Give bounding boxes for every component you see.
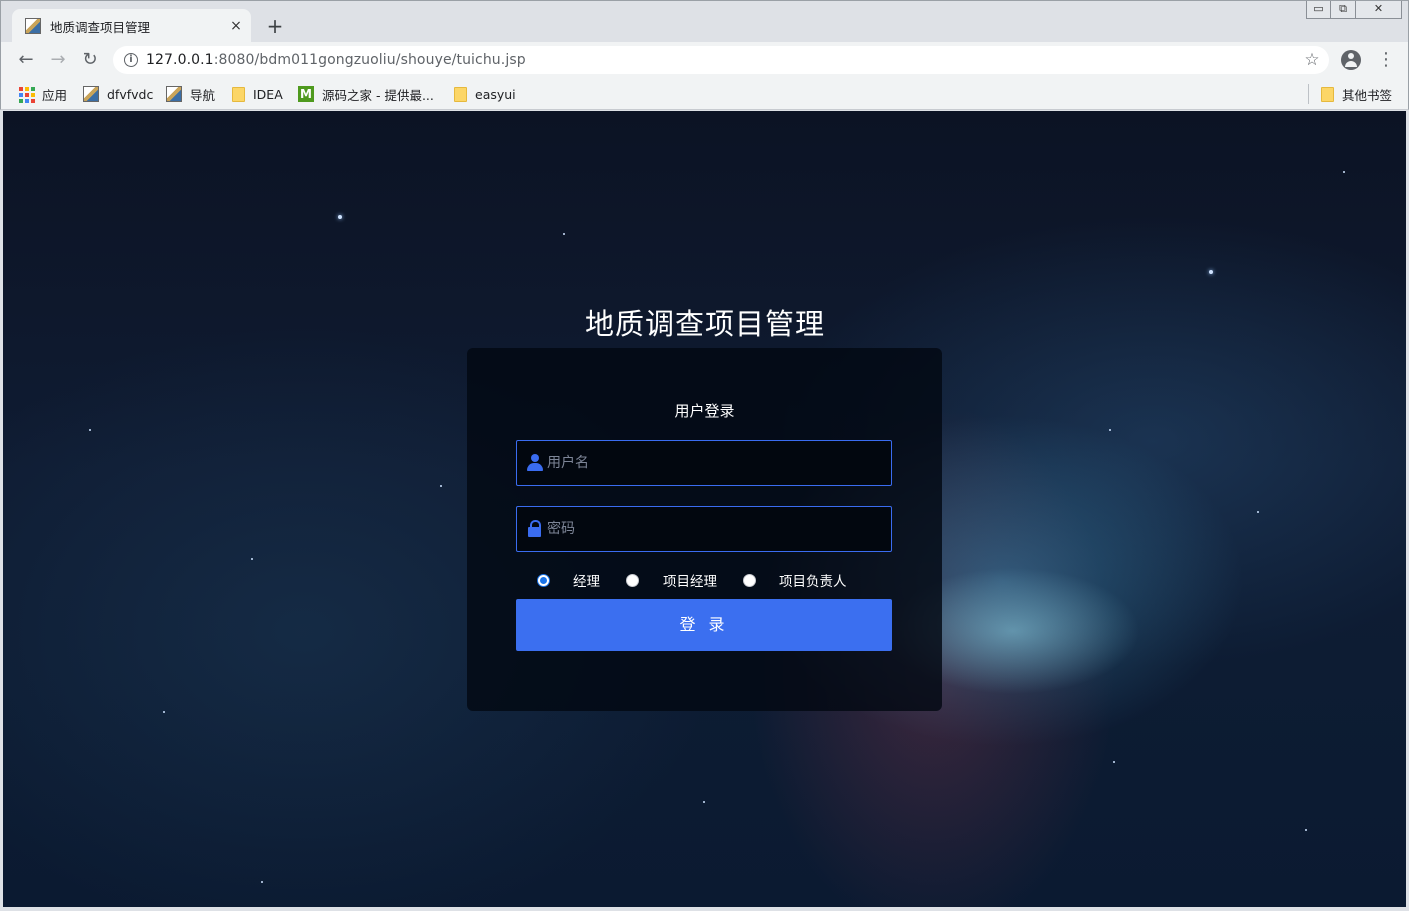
bookmark-label: 导航 bbox=[190, 87, 216, 103]
star-decoration bbox=[261, 881, 263, 883]
role-option-project-manager[interactable]: 项目经理 bbox=[626, 570, 717, 590]
radio-button[interactable] bbox=[626, 573, 639, 587]
reload-icon[interactable]: ↻ bbox=[79, 49, 101, 71]
username-field[interactable] bbox=[516, 440, 892, 486]
bookmark-star-icon[interactable]: ☆ bbox=[1301, 50, 1323, 70]
image-favicon-icon bbox=[83, 86, 99, 102]
tab-close-icon[interactable]: × bbox=[228, 18, 244, 34]
apps-grid-icon bbox=[18, 86, 35, 103]
browser-toolbar: ← → ↻ i 127.0.0.1:8080/bdm011gongzuoliu/… bbox=[0, 42, 1409, 78]
address-bar[interactable]: i 127.0.0.1:8080/bdm011gongzuoliu/shouye… bbox=[113, 46, 1329, 74]
browser-titlebar: 地质调查项目管理 × + ▭ ⧉ ✕ bbox=[0, 0, 1409, 43]
image-favicon-icon bbox=[166, 86, 182, 102]
login-panel: 用户登录 经理 项目经理 项目负责人 登 录 bbox=[467, 348, 942, 711]
restore-button[interactable]: ⧉ bbox=[1331, 1, 1356, 19]
username-input[interactable] bbox=[547, 443, 891, 483]
lock-icon bbox=[527, 520, 543, 538]
minimize-button[interactable]: ▭ bbox=[1306, 1, 1331, 19]
login-heading: 用户登录 bbox=[674, 402, 735, 420]
role-option-manager[interactable]: 经理 bbox=[537, 570, 600, 590]
star-decoration bbox=[1305, 829, 1307, 831]
password-input[interactable] bbox=[547, 509, 891, 549]
role-label: 经理 bbox=[573, 574, 600, 590]
back-arrow-icon[interactable]: ← bbox=[15, 49, 37, 71]
bookmark-label: 应用 bbox=[42, 87, 68, 103]
bookmark-label: easyui bbox=[475, 86, 516, 102]
star-decoration bbox=[1109, 429, 1111, 431]
star-decoration bbox=[1209, 270, 1213, 274]
tab-title: 地质调查项目管理 bbox=[50, 19, 151, 35]
star-decoration bbox=[251, 558, 253, 560]
url-text[interactable]: 127.0.0.1:8080/bdm011gongzuoliu/shouye/t… bbox=[146, 52, 1301, 68]
app-title: 地质调查项目管理 bbox=[584, 307, 825, 341]
bookmarks-divider bbox=[1308, 84, 1309, 104]
bookmark-label: IDEA bbox=[253, 86, 283, 102]
bookmark-other[interactable]: 其他书签 bbox=[1319, 85, 1392, 103]
bookmark-yuanma[interactable]: M 源码之家 - 提供最... bbox=[298, 85, 434, 103]
folder-icon bbox=[232, 86, 245, 102]
star-decoration bbox=[440, 485, 442, 487]
forward-arrow-icon[interactable]: → bbox=[47, 49, 69, 71]
star-decoration bbox=[1257, 511, 1259, 513]
bookmarks-bar: 应用 dfvfvdc 导航 IDEA M 源码之家 - 提供最... easyu… bbox=[0, 78, 1409, 110]
bookmark-idea[interactable]: IDEA bbox=[230, 85, 283, 103]
star-decoration bbox=[1113, 761, 1115, 763]
star-decoration bbox=[563, 233, 565, 235]
role-option-project-lead[interactable]: 项目负责人 bbox=[743, 570, 847, 590]
window-border-bottom bbox=[0, 907, 1409, 911]
window-controls: ▭ ⧉ ✕ bbox=[1306, 1, 1402, 19]
bookmark-easyui[interactable]: easyui bbox=[452, 85, 516, 103]
page-viewport: 地质调查项目管理 用户登录 经理 项目经理 项目负责人 登 录 bbox=[3, 111, 1406, 907]
radio-button[interactable] bbox=[743, 573, 756, 587]
close-window-button[interactable]: ✕ bbox=[1356, 1, 1402, 19]
kebab-menu-icon[interactable]: ⋮ bbox=[1377, 50, 1395, 70]
password-field[interactable] bbox=[516, 506, 892, 552]
role-label: 项目经理 bbox=[663, 574, 717, 590]
account-avatar-icon[interactable] bbox=[1341, 50, 1361, 70]
folder-icon bbox=[454, 86, 467, 102]
star-decoration bbox=[703, 801, 705, 803]
login-button[interactable]: 登 录 bbox=[516, 599, 892, 651]
bookmark-dfvfvdc[interactable]: dfvfvdc bbox=[83, 85, 153, 103]
star-decoration bbox=[89, 429, 91, 431]
new-tab-button[interactable]: + bbox=[263, 15, 287, 39]
m-favicon-icon: M bbox=[298, 86, 314, 102]
page-favicon-icon bbox=[25, 18, 41, 34]
window-border-left bbox=[0, 111, 3, 911]
bookmark-nav[interactable]: 导航 bbox=[166, 85, 215, 103]
bookmark-label: dfvfvdc bbox=[107, 86, 154, 102]
role-radio-group: 经理 项目经理 项目负责人 bbox=[537, 570, 873, 590]
star-decoration bbox=[338, 215, 342, 219]
radio-button-checked[interactable] bbox=[537, 573, 550, 587]
bookmark-label: 其他书签 bbox=[1342, 87, 1393, 103]
star-decoration bbox=[1343, 171, 1345, 173]
user-icon bbox=[527, 454, 543, 472]
site-info-icon[interactable]: i bbox=[124, 53, 138, 67]
role-label: 项目负责人 bbox=[779, 574, 847, 590]
star-decoration bbox=[163, 711, 165, 713]
browser-tab-active[interactable]: 地质调查项目管理 × bbox=[12, 9, 251, 43]
bookmark-label: 源码之家 - 提供最... bbox=[322, 87, 434, 103]
bookmark-apps[interactable]: 应用 bbox=[18, 85, 67, 103]
folder-icon bbox=[1321, 86, 1334, 102]
